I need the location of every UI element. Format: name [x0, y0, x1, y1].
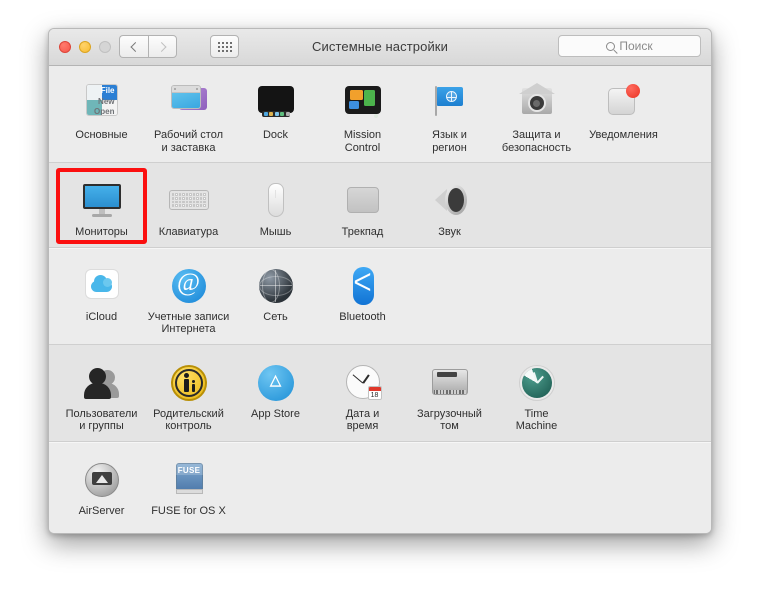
- pref-item-trackpad[interactable]: Трекпад: [321, 173, 404, 239]
- pref-item-label: Дата и время: [345, 407, 380, 433]
- pref-item-network[interactable]: Сеть: [234, 258, 317, 336]
- search-input[interactable]: Поиск: [558, 35, 701, 57]
- date-time-icon: 18: [340, 359, 386, 405]
- pref-item-label: Mission Control: [343, 129, 382, 154]
- system-preferences-window: Системные настройки Поиск FileNewOpen: [48, 28, 712, 534]
- search-placeholder: Поиск: [619, 39, 653, 53]
- pref-item-dock[interactable]: Dock: [234, 76, 317, 154]
- pref-item-language-region[interactable]: Язык и регион: [408, 76, 491, 154]
- security-privacy-icon: [514, 80, 560, 126]
- pref-item-keyboard[interactable]: Клавиатура: [147, 173, 230, 239]
- pref-item-label: Сеть: [263, 310, 288, 323]
- network-icon: [253, 262, 299, 308]
- preferences-grid: File New Open Основные Рабочий стол и заста…: [49, 66, 711, 533]
- fuse-icon: FUSE: [166, 456, 212, 502]
- pref-item-label: App Store: [251, 407, 300, 420]
- pref-item-startup-disk[interactable]: Загрузочный том: [408, 355, 491, 433]
- pref-item-airserver[interactable]: AirServer: [60, 452, 143, 518]
- pref-item-internet-accounts[interactable]: @ Учетные записи Интернета: [147, 258, 230, 336]
- pref-item-displays[interactable]: Мониторы: [60, 173, 143, 239]
- pref-item-label: Защита и безопасность: [501, 129, 572, 154]
- pref-item-label: Учетные записи Интернета: [147, 310, 230, 336]
- startup-disk-icon: [427, 359, 473, 405]
- pref-item-general[interactable]: File New Open Основные: [60, 76, 143, 154]
- section-personal: File New Open Основные Рабочий стол и заста…: [49, 66, 711, 163]
- pref-item-app-store[interactable]: ▵ App Store: [234, 355, 317, 433]
- pref-item-label: AirServer: [78, 504, 125, 517]
- airserver-icon: [79, 456, 125, 502]
- pref-item-label: Уведомления: [589, 129, 658, 141]
- pref-item-label: Bluetooth: [339, 310, 386, 323]
- section-internet: iCloud @ Учетные записи Интернета Сеть ᐸ…: [49, 248, 711, 345]
- pref-item-label: Клавиатура: [158, 226, 219, 238]
- section-system: Пользователи и группы Родительский контрол…: [49, 344, 711, 442]
- parental-controls-icon: [166, 359, 212, 405]
- time-machine-icon: [514, 359, 560, 405]
- section-hardware: Мониторы Клавиатура Мышь Трекпад Звук: [49, 163, 711, 248]
- pref-item-label: Основные: [75, 129, 128, 141]
- icloud-icon: [79, 262, 125, 308]
- mission-control-icon: [340, 80, 386, 126]
- pref-item-bluetooth[interactable]: ᐸ Bluetooth: [321, 258, 404, 336]
- pref-item-label: Родительский контроль: [153, 407, 224, 433]
- pref-item-sound[interactable]: Звук: [408, 173, 491, 239]
- pref-item-security-privacy[interactable]: Защита и безопасность: [495, 76, 578, 154]
- pref-item-label: Загрузочный том: [417, 407, 482, 433]
- pref-item-label: Язык и регион: [432, 129, 467, 154]
- pref-item-fuse[interactable]: FUSE FUSE for OS X: [147, 452, 230, 518]
- pref-item-date-time[interactable]: 18 Дата и время: [321, 355, 404, 433]
- pref-item-label: FUSE for OS X: [151, 504, 226, 517]
- language-region-icon: [427, 80, 473, 126]
- internet-accounts-icon: @: [166, 262, 212, 308]
- notifications-icon: [601, 80, 647, 126]
- pref-item-mission-control[interactable]: Mission Control: [321, 76, 404, 154]
- sound-icon: [427, 177, 473, 223]
- pref-item-label: Time Machine: [515, 407, 558, 433]
- app-store-icon: ▵: [253, 359, 299, 405]
- pref-item-icloud[interactable]: iCloud: [60, 258, 143, 336]
- desktop-screensaver-icon: [166, 80, 212, 126]
- pref-item-label: iCloud: [85, 310, 118, 323]
- pref-row: File New Open Основные Рабочий стол и заста…: [49, 66, 711, 162]
- pref-item-label: Трекпад: [341, 226, 384, 238]
- pref-item-desktop-screensaver[interactable]: Рабочий стол и заставка: [147, 76, 230, 154]
- pref-item-label: Dock: [262, 129, 289, 141]
- section-other: AirServer FUSE FUSE for OS X: [49, 442, 711, 526]
- pref-item-label: Пользователи и группы: [65, 407, 138, 433]
- mouse-icon: [253, 177, 299, 223]
- displays-icon: [79, 177, 125, 223]
- pref-item-users-groups[interactable]: Пользователи и группы: [60, 355, 143, 433]
- general-icon: File New Open: [79, 80, 125, 126]
- keyboard-icon: [166, 177, 212, 223]
- bluetooth-icon: ᐸ: [340, 262, 386, 308]
- pref-item-label: Мониторы: [75, 226, 128, 238]
- window-titlebar: Системные настройки Поиск: [49, 29, 711, 66]
- pref-item-label: Звук: [438, 226, 461, 238]
- users-groups-icon: [79, 359, 125, 405]
- pref-row: AirServer FUSE FUSE for OS X: [49, 442, 711, 526]
- pref-item-label: Мышь: [259, 226, 292, 238]
- pref-item-parental-controls[interactable]: Родительский контроль: [147, 355, 230, 433]
- pref-item-mouse[interactable]: Мышь: [234, 173, 317, 239]
- search-icon: [606, 41, 616, 51]
- trackpad-icon: [340, 177, 386, 223]
- pref-item-label: Рабочий стол и заставка: [153, 129, 224, 154]
- dock-icon: [253, 80, 299, 126]
- pref-item-notifications[interactable]: Уведомления: [582, 76, 665, 154]
- pref-item-time-machine[interactable]: Time Machine: [495, 355, 578, 433]
- pref-row: iCloud @ Учетные записи Интернета Сеть ᐸ…: [49, 248, 711, 344]
- pref-row: Пользователи и группы Родительский контрол…: [49, 345, 711, 441]
- pref-row: Мониторы Клавиатура Мышь Трекпад Звук: [49, 163, 711, 247]
